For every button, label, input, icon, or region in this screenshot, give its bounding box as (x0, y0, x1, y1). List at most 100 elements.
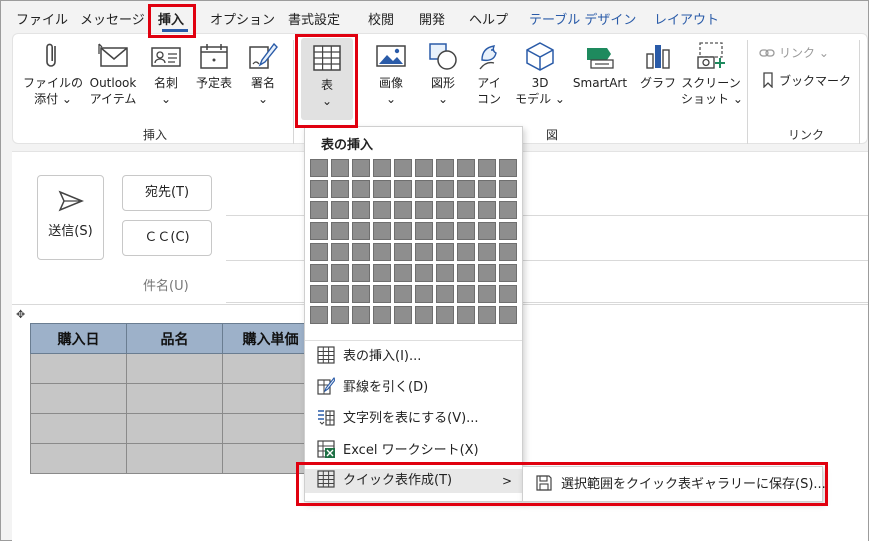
table-grid-cell[interactable] (394, 159, 412, 177)
table-cell[interactable] (30, 413, 127, 444)
table-grid-cell[interactable] (415, 159, 433, 177)
tab-developer[interactable]: 開発 (419, 9, 445, 28)
table-grid-cell[interactable] (415, 264, 433, 282)
table-cell[interactable] (30, 353, 127, 384)
table-grid-cell[interactable] (352, 285, 370, 303)
table-grid-cell[interactable] (499, 264, 517, 282)
table-grid-cell[interactable] (478, 243, 496, 261)
table-grid-cell[interactable] (478, 306, 496, 324)
email-body-table[interactable]: 購入日 品名 購入単価 (30, 323, 319, 474)
table-grid-cell[interactable] (373, 306, 391, 324)
table-grid-cell[interactable] (394, 222, 412, 240)
table-grid-cell[interactable] (331, 159, 349, 177)
table-cell[interactable] (30, 383, 127, 414)
table-grid-cell[interactable] (415, 243, 433, 261)
table-grid-cell[interactable] (373, 222, 391, 240)
table-grid-cell[interactable] (457, 201, 475, 219)
table-grid-cell[interactable] (352, 243, 370, 261)
menu-item-quick-tables[interactable]: クイック表作成(T) > (305, 469, 522, 493)
table-cell[interactable] (126, 413, 223, 444)
table-grid-cell[interactable] (310, 159, 328, 177)
table-cell[interactable] (126, 443, 223, 474)
table-grid-cell[interactable] (436, 285, 454, 303)
table-grid-cell[interactable] (415, 222, 433, 240)
table-grid-cell[interactable] (352, 180, 370, 198)
table-header-cell[interactable]: 購入日 (30, 323, 127, 354)
table-grid-cell[interactable] (331, 180, 349, 198)
table-grid-cell[interactable] (331, 306, 349, 324)
signature-button[interactable]: 署名 ⌄ (243, 40, 283, 107)
table-grid-cell[interactable] (310, 306, 328, 324)
table-grid-cell[interactable] (331, 201, 349, 219)
table-grid-cell[interactable] (310, 285, 328, 303)
table-grid-cell[interactable] (457, 306, 475, 324)
table-grid-cell[interactable] (352, 201, 370, 219)
table-move-handle-icon[interactable]: ✥ (16, 308, 25, 321)
table-grid-cell[interactable] (457, 285, 475, 303)
table-grid-cell[interactable] (373, 264, 391, 282)
table-grid-cell[interactable] (436, 159, 454, 177)
table-grid-cell[interactable] (310, 264, 328, 282)
table-cell[interactable] (30, 443, 127, 474)
table-grid-cell[interactable] (415, 285, 433, 303)
table-grid-cell[interactable] (331, 222, 349, 240)
table-cell[interactable] (126, 383, 223, 414)
table-grid-cell[interactable] (331, 264, 349, 282)
cc-button[interactable]: ＣＣ(C) (122, 220, 212, 256)
table-grid-cell[interactable] (352, 264, 370, 282)
table-grid-cell[interactable] (415, 306, 433, 324)
table-grid-cell[interactable] (415, 180, 433, 198)
table-grid-cell[interactable] (373, 201, 391, 219)
table-grid-cell[interactable] (310, 180, 328, 198)
table-grid-cell[interactable] (373, 180, 391, 198)
schedule-button[interactable]: 予定表 (191, 40, 237, 91)
tab-format[interactable]: 書式設定 (288, 9, 340, 28)
tab-table-design[interactable]: テーブル デザイン (529, 9, 636, 28)
table-grid-cell[interactable] (499, 201, 517, 219)
table-grid-cell[interactable] (499, 222, 517, 240)
menu-item-insert-table[interactable]: 表の挿入(I)... (317, 345, 421, 369)
bookmark-button[interactable]: ブックマーク (761, 72, 851, 89)
table-grid-cell[interactable] (478, 180, 496, 198)
outlook-item-button[interactable]: Outlook アイテム (83, 40, 143, 107)
table-grid-cell[interactable] (499, 159, 517, 177)
table-grid-cell[interactable] (457, 264, 475, 282)
tab-message[interactable]: メッセージ (80, 9, 145, 28)
table-grid-cell[interactable] (394, 201, 412, 219)
table-grid-cell[interactable] (436, 222, 454, 240)
table-grid-cell[interactable] (394, 180, 412, 198)
table-size-grid[interactable] (310, 159, 517, 324)
menu-item-excel-worksheet[interactable]: Excel ワークシート(X) (317, 439, 479, 463)
table-grid-cell[interactable] (373, 243, 391, 261)
table-grid-cell[interactable] (310, 243, 328, 261)
table-grid-cell[interactable] (436, 243, 454, 261)
menu-item-draw-table[interactable]: 罫線を引く(D) (317, 376, 428, 400)
table-grid-cell[interactable] (499, 285, 517, 303)
table-grid-cell[interactable] (478, 264, 496, 282)
attach-file-button[interactable]: ファイルの 添付 ⌄ (21, 40, 85, 107)
icons-button[interactable]: アイ コン (469, 40, 509, 107)
table-grid-cell[interactable] (394, 264, 412, 282)
table-grid-cell[interactable] (436, 306, 454, 324)
table-grid-cell[interactable] (499, 180, 517, 198)
table-grid-cell[interactable] (331, 243, 349, 261)
table-grid-cell[interactable] (436, 201, 454, 219)
table-grid-cell[interactable] (352, 159, 370, 177)
tab-insert[interactable]: 挿入 (158, 9, 184, 28)
tab-layout[interactable]: レイアウト (654, 9, 719, 28)
table-grid-cell[interactable] (457, 243, 475, 261)
table-grid-cell[interactable] (373, 159, 391, 177)
table-grid-cell[interactable] (478, 222, 496, 240)
to-button[interactable]: 宛先(T) (122, 175, 212, 211)
table-grid-cell[interactable] (436, 180, 454, 198)
table-grid-cell[interactable] (394, 243, 412, 261)
shapes-button[interactable]: 図形 ⌄ (421, 40, 465, 107)
table-grid-cell[interactable] (373, 285, 391, 303)
table-grid-cell[interactable] (457, 180, 475, 198)
menu-item-save-to-quick-tables[interactable]: 選択範囲をクイック表ギャラリーに保存(S)... (535, 473, 826, 497)
tab-options[interactable]: オプション (210, 9, 275, 28)
table-grid-cell[interactable] (478, 201, 496, 219)
tab-file[interactable]: ファイル (16, 9, 68, 28)
link-button[interactable]: リンク ⌄ (759, 44, 829, 61)
image-button[interactable]: 画像 ⌄ (369, 40, 413, 107)
